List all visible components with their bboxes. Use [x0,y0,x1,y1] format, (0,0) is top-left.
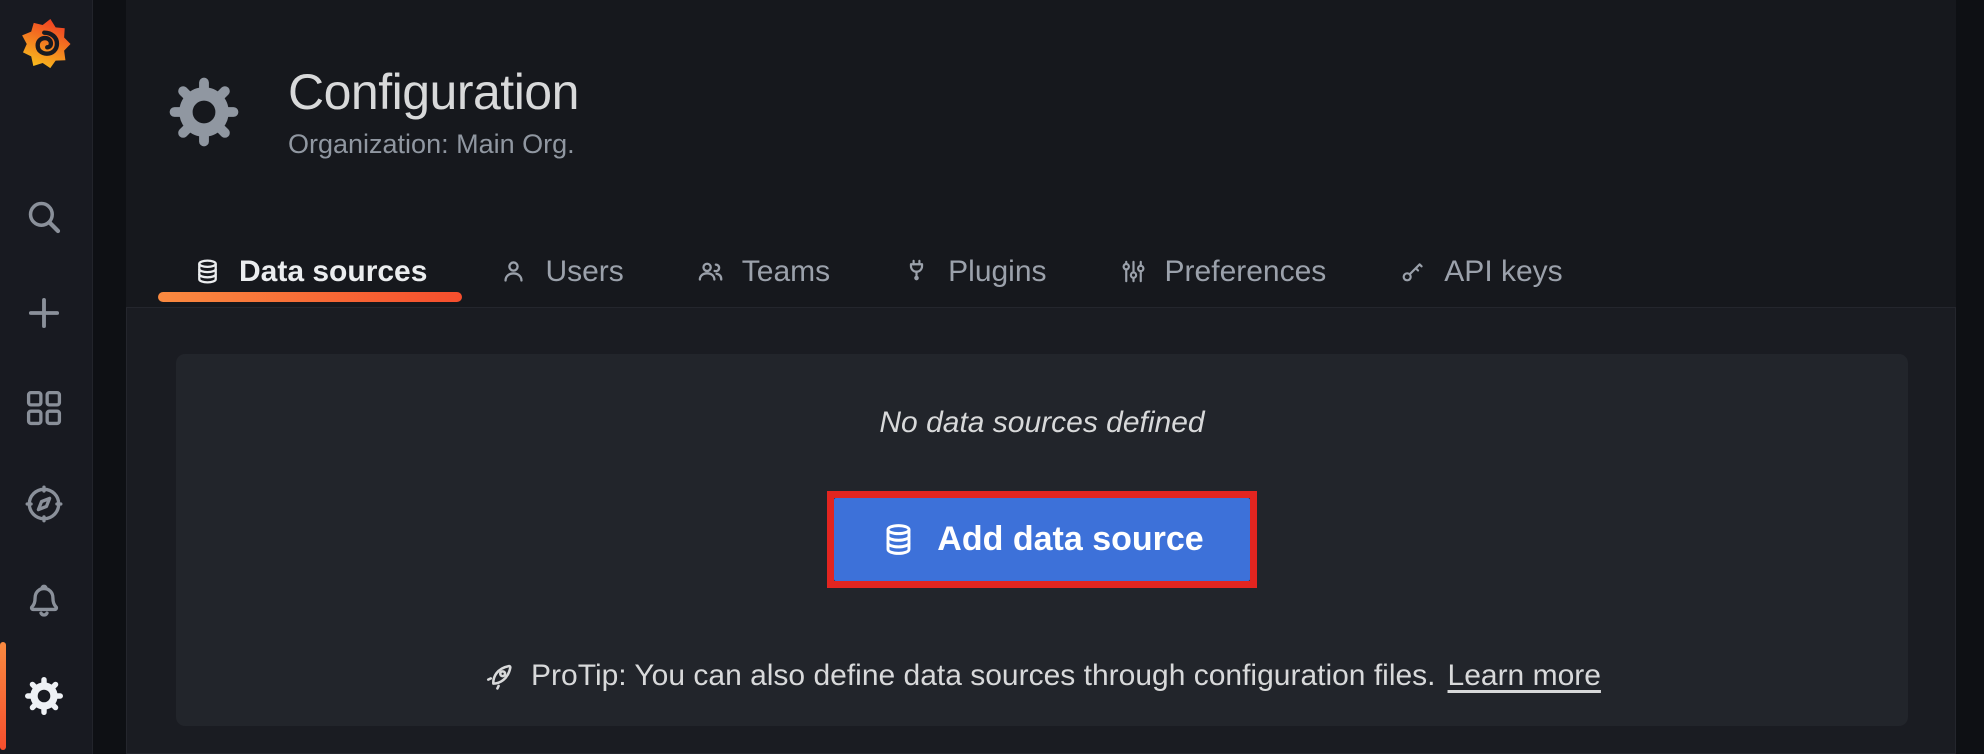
protip-text: ProTip: You can also define data sources… [531,659,1435,693]
empty-state-message: No data sources defined [879,406,1204,440]
tab-bar: Data sources Users Teams Plugins Prefere… [157,240,1599,307]
tab-label: Users [545,255,623,289]
user-icon [499,257,528,286]
page-header: Configuration Organization: Main Org. [126,0,1956,240]
page-title: Configuration [288,64,579,120]
sidebar-item-create[interactable] [22,291,66,335]
configuration-gear-icon [23,675,65,717]
tab-content-panel: No data sources defined Add data source … [126,307,1956,754]
learn-more-link[interactable]: Learn more [1448,659,1601,693]
tab-label: Data sources [239,255,427,289]
tab-plugins[interactable]: Plugins [866,240,1082,303]
add-data-source-button[interactable]: Add data source [834,498,1249,581]
grafana-flame-icon [18,16,74,72]
highlight-annotation-box: Add data source [827,491,1256,588]
tab-label: Plugins [948,255,1046,289]
tab-label: API keys [1444,255,1562,289]
tab-preferences[interactable]: Preferences [1083,240,1363,303]
grafana-configuration-screen: Configuration Organization: Main Org. Da… [0,0,1984,754]
main-content: Configuration Organization: Main Org. Da… [126,0,1956,754]
empty-list-cta-panel: No data sources defined Add data source … [176,354,1908,726]
protip-row: ProTip: You can also define data sources… [483,658,1601,694]
tab-data-sources[interactable]: Data sources [157,240,463,303]
tab-api-keys[interactable]: API keys [1362,240,1598,303]
gear-icon [166,74,242,150]
sidebar [0,0,93,754]
tab-users[interactable]: Users [463,240,659,303]
grafana-logo[interactable] [18,16,74,72]
search-icon [23,196,65,238]
users-icon [696,257,725,286]
plug-icon [902,257,931,286]
sliders-icon [1119,257,1148,286]
sidebar-item-alerting[interactable] [22,579,66,623]
tab-label: Preferences [1165,255,1327,289]
sidebar-item-dashboards[interactable] [22,386,66,430]
sidebar-item-explore[interactable] [22,482,66,526]
sidebar-item-configuration[interactable] [22,674,66,718]
page-subtitle: Organization: Main Org. [288,128,579,160]
dashboards-grid-icon [23,387,65,429]
database-icon [880,521,917,558]
explore-compass-icon [23,483,65,525]
active-item-indicator [0,642,6,750]
database-icon [193,257,222,286]
sidebar-item-search[interactable] [22,195,66,239]
tab-teams[interactable]: Teams [660,240,866,303]
key-icon [1398,257,1427,286]
header-text: Configuration Organization: Main Org. [288,64,579,160]
add-data-source-button-label: Add data source [937,520,1203,559]
alerting-bell-icon [23,580,65,622]
tab-label: Teams [742,255,830,289]
plus-icon [23,292,65,334]
rocket-icon [483,658,519,694]
